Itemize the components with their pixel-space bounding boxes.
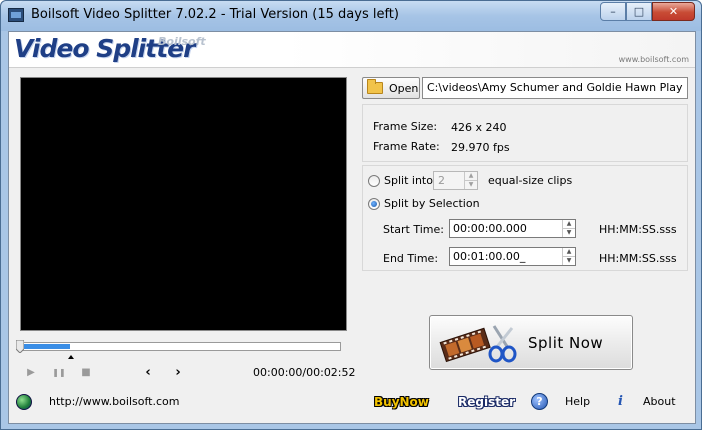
file-path-field[interactable]: C:\videos\Amy Schumer and Goldie Hawn Pl… — [422, 77, 688, 99]
help-button[interactable]: Help — [565, 395, 590, 408]
info-icon[interactable]: i — [612, 393, 629, 410]
start-time-format-hint: HH:MM:SS.sss — [599, 223, 677, 236]
about-button[interactable]: About — [643, 395, 676, 408]
next-frame-button[interactable]: › — [171, 365, 185, 380]
video-preview[interactable] — [20, 77, 347, 331]
playback-timecode: 00:00:00/00:02:52 — [253, 366, 356, 379]
end-time-input[interactable]: 00:01:00.00_ ▲ ▼ — [449, 247, 576, 266]
header-banner: Video Splitter Boilsoft www.boilsoft.com — [9, 32, 695, 68]
split-by-selection-radio[interactable] — [368, 198, 380, 210]
brand-logo: Boilsoft — [158, 35, 206, 48]
frame-rate-value: 29.970 fps — [451, 141, 510, 154]
title-bar[interactable]: Boilsoft Video Splitter 7.02.2 - Trial V… — [1, 1, 701, 31]
app-icon[interactable] — [8, 8, 24, 22]
help-icon[interactable]: ? — [531, 393, 548, 410]
website-link[interactable]: http://www.boilsoft.com — [49, 395, 179, 408]
window-title: Boilsoft Video Splitter 7.02.2 - Trial V… — [31, 7, 399, 22]
banner-url: www.boilsoft.com — [618, 55, 689, 64]
start-time-value: 00:00:00.000 — [453, 222, 527, 235]
folder-icon — [367, 79, 383, 94]
film-scissors-icon — [439, 325, 517, 363]
close-button[interactable]: ✕ — [652, 2, 695, 21]
start-time-input[interactable]: 00:00:00.000 ▲ ▼ — [449, 219, 576, 238]
pause-button[interactable]: ❚❚ — [52, 365, 66, 379]
maximize-button[interactable]: □ — [626, 2, 652, 21]
video-info-panel: Frame Size: 426 x 240 Frame Rate: 29.970… — [362, 104, 688, 162]
split-into-label[interactable]: Split into — [384, 174, 433, 187]
end-time-value: 00:01:00.00_ — [453, 250, 526, 263]
frame-rate-label: Frame Rate: — [373, 140, 440, 153]
globe-icon — [16, 394, 32, 410]
status-bar: http://www.boilsoft.com BuyNow Register … — [9, 387, 695, 423]
open-button[interactable]: Open — [362, 77, 420, 99]
split-into-radio[interactable] — [368, 175, 380, 187]
selection-end-marker-icon[interactable] — [68, 355, 74, 359]
spin-up-icon[interactable]: ▲ — [563, 220, 575, 228]
spin-down-icon[interactable]: ▼ — [563, 256, 575, 265]
split-now-button[interactable]: Split Now — [429, 315, 633, 370]
seek-progress — [22, 344, 70, 349]
prev-frame-button[interactable]: ‹ — [141, 365, 155, 380]
spin-up-icon[interactable]: ▲ — [563, 248, 575, 256]
frame-size-label: Frame Size: — [373, 120, 438, 133]
clip-count-arrows[interactable]: ▲ ▼ — [464, 172, 477, 189]
end-time-label: End Time: — [383, 252, 439, 265]
frame-size-value: 426 x 240 — [451, 121, 507, 134]
minimize-button[interactable]: – — [600, 2, 626, 21]
split-by-selection-label[interactable]: Split by Selection — [384, 197, 480, 210]
window-controls: – □ ✕ — [600, 2, 695, 21]
equal-size-label: equal-size clips — [488, 174, 573, 187]
register-button[interactable]: Register — [458, 395, 515, 409]
buy-now-button[interactable]: BuyNow — [374, 395, 429, 409]
clip-count-stepper[interactable]: 2 ▲ ▼ — [433, 171, 478, 190]
spin-up-icon[interactable]: ▲ — [465, 172, 477, 180]
end-time-format-hint: HH:MM:SS.sss — [599, 252, 677, 265]
end-time-arrows[interactable]: ▲ ▼ — [562, 248, 575, 265]
seek-bar[interactable] — [20, 342, 341, 351]
spin-down-icon[interactable]: ▼ — [465, 180, 477, 189]
stop-button[interactable]: ■ — [79, 365, 93, 379]
start-time-label: Start Time: — [383, 223, 444, 236]
spin-down-icon[interactable]: ▼ — [563, 228, 575, 237]
app-window: Boilsoft Video Splitter 7.02.2 - Trial V… — [0, 0, 702, 430]
clip-count-value: 2 — [438, 174, 445, 187]
split-now-label: Split Now — [528, 334, 604, 352]
play-button[interactable]: ▶ — [24, 365, 38, 379]
main-client-area: Video Splitter Boilsoft www.boilsoft.com… — [8, 31, 696, 424]
open-button-label: Open — [389, 81, 419, 95]
split-options-panel: Split into 2 ▲ ▼ equal-size clips Split … — [362, 165, 688, 271]
start-time-arrows[interactable]: ▲ ▼ — [562, 220, 575, 237]
seek-thumb-icon[interactable] — [16, 340, 24, 353]
